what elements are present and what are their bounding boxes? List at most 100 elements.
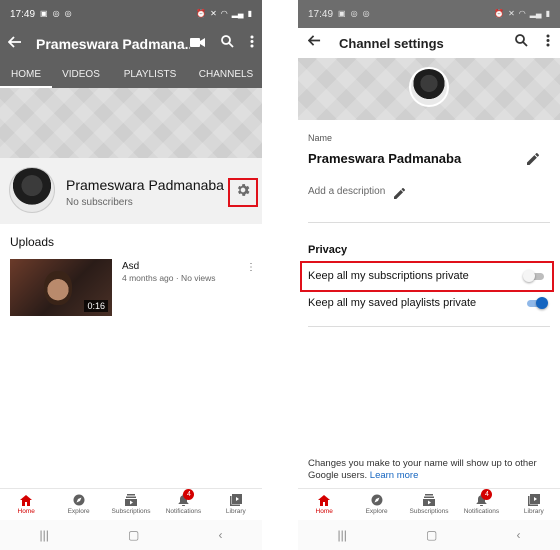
- playlists-private-toggle[interactable]: [526, 297, 548, 309]
- divider: [308, 222, 550, 223]
- wifi-icon: ◠: [518, 9, 526, 18]
- subscriptions-icon: [124, 494, 138, 506]
- channel-settings-screen: 17:49 ▣ ◎ ◎ ⏰ ✕ ◠ ▂▄ ▮ Channel settings: [298, 0, 560, 550]
- home-circle-icon[interactable]: ▢: [426, 528, 437, 542]
- home-icon: [317, 494, 331, 506]
- status-time: 17:49: [308, 8, 334, 20]
- tab-home[interactable]: HOME: [0, 60, 52, 88]
- whatsapp-icon: ◎: [52, 9, 60, 18]
- back-arrow-icon[interactable]: [7, 35, 22, 54]
- playlists-private-label: Keep all my saved playlists private: [308, 297, 477, 309]
- name-change-note: Changes you make to your name will show …: [308, 458, 554, 482]
- nav-subscriptions[interactable]: Subscriptions: [403, 489, 455, 520]
- back-chevron-icon[interactable]: ‹: [516, 528, 520, 542]
- back-arrow-icon[interactable]: [307, 34, 321, 52]
- battery-icon: ▮: [247, 9, 252, 18]
- nav-library[interactable]: Library: [508, 489, 560, 520]
- nav-label: Subscriptions: [409, 508, 449, 515]
- whatsapp-icon: ◎: [350, 9, 358, 18]
- nav-library[interactable]: Library: [210, 489, 262, 520]
- more-vert-icon[interactable]: [546, 34, 550, 52]
- back-chevron-icon[interactable]: ‹: [218, 528, 222, 542]
- edit-description-icon[interactable]: [394, 186, 406, 204]
- home-icon: [19, 494, 33, 506]
- avatar[interactable]: [409, 67, 449, 107]
- home-circle-icon[interactable]: ▢: [128, 528, 139, 542]
- nav-label: Home: [315, 508, 333, 515]
- nav-explore[interactable]: Explore: [350, 489, 402, 520]
- recents-icon[interactable]: |||: [40, 528, 49, 542]
- bell-icon: 4: [176, 489, 195, 506]
- nav-label: Library: [523, 508, 544, 515]
- settings-app-bar: Channel settings: [298, 28, 560, 58]
- tab-videos[interactable]: VIDEOS: [52, 60, 110, 88]
- page-title: Channel settings: [339, 35, 444, 51]
- name-label: Name: [308, 133, 333, 143]
- privacy-heading: Privacy: [308, 244, 348, 256]
- video-camera-icon[interactable]: [190, 35, 205, 53]
- search-icon[interactable]: [221, 35, 234, 53]
- video-thumbnail[interactable]: 0:16: [10, 259, 112, 316]
- channel-title: Prameswara Padmana...: [36, 36, 190, 52]
- more-vert-icon[interactable]: [250, 35, 254, 53]
- subscriptions-icon: [422, 494, 436, 506]
- library-icon: [229, 494, 243, 506]
- signal-icon: ▂▄: [529, 9, 542, 18]
- video-meta: 4 months ago · No views: [122, 273, 216, 283]
- divider: [308, 326, 550, 327]
- wifi-icon: ◠: [220, 9, 228, 18]
- subscriptions-private-label: Keep all my subscriptions private: [308, 270, 469, 282]
- more-vert-icon[interactable]: ⋮: [246, 262, 256, 273]
- alarm-icon: ⏰: [494, 9, 505, 18]
- learn-more-link[interactable]: Learn more: [370, 470, 419, 481]
- search-icon[interactable]: [515, 34, 528, 52]
- video-title[interactable]: Asd: [122, 261, 139, 272]
- image-icon: ▣: [338, 9, 346, 18]
- channel-tabs: HOME VIDEOS PLAYLISTS CHANNELS: [0, 60, 262, 88]
- status-time: 17:49: [10, 8, 36, 20]
- recents-icon[interactable]: |||: [338, 528, 347, 542]
- nav-label: Notifications: [463, 508, 500, 515]
- channel-name: Prameswara Padmanaba: [308, 151, 462, 166]
- nav-notifications[interactable]: 4 Notifications: [157, 489, 209, 520]
- subscriptions-private-toggle[interactable]: [523, 270, 545, 282]
- video-duration: 0:16: [84, 300, 108, 312]
- edit-name-icon[interactable]: [527, 152, 540, 170]
- nav-notifications[interactable]: 4 Notifications: [455, 489, 507, 520]
- tab-playlists[interactable]: PLAYLISTS: [110, 60, 190, 88]
- mute-icon: ✕: [210, 9, 217, 18]
- system-nav-bar: ||| ▢ ‹: [0, 520, 262, 550]
- tab-label: PLAYLISTS: [123, 68, 177, 80]
- channel-page-screen: 17:49 ▣ ◎ ◎ ⏰ ✕ ◠ ▂▄ ▮ Prameswara Padman…: [0, 0, 262, 550]
- avatar: [9, 167, 55, 213]
- settings-button[interactable]: [228, 178, 258, 207]
- tab-label: CHANNELS: [198, 68, 254, 80]
- tab-label: VIDEOS: [62, 68, 100, 80]
- status-bar: 17:49 ▣ ◎ ◎ ⏰ ✕ ◠ ▂▄ ▮: [298, 0, 560, 28]
- nav-label: Library: [225, 508, 246, 515]
- nav-label: Subscriptions: [111, 508, 151, 515]
- uploads-heading: Uploads: [10, 235, 55, 249]
- nav-explore[interactable]: Explore: [52, 489, 104, 520]
- library-icon: [527, 494, 541, 506]
- description-placeholder[interactable]: Add a description: [308, 186, 385, 197]
- channel-app-bar: Prameswara Padmana...: [0, 28, 262, 60]
- nav-label: Explore: [67, 508, 90, 515]
- gear-icon: [235, 182, 251, 203]
- channel-banner: [0, 88, 262, 158]
- tab-channels[interactable]: CHANNELS: [190, 60, 262, 88]
- tab-label: HOME: [11, 68, 41, 80]
- nav-label: Notifications: [165, 508, 202, 515]
- mute-icon: ✕: [508, 9, 515, 18]
- notification-badge: 4: [183, 489, 195, 500]
- whatsapp-icon: ◎: [362, 9, 370, 18]
- alarm-icon: ⏰: [196, 9, 207, 18]
- compass-icon: [72, 494, 86, 506]
- nav-label: Explore: [365, 508, 388, 515]
- nav-home[interactable]: Home: [0, 489, 52, 520]
- image-icon: ▣: [40, 9, 48, 18]
- nav-subscriptions[interactable]: Subscriptions: [105, 489, 157, 520]
- nav-home[interactable]: Home: [298, 489, 350, 520]
- bell-icon: 4: [474, 489, 493, 506]
- thumbnail-image: [44, 271, 72, 305]
